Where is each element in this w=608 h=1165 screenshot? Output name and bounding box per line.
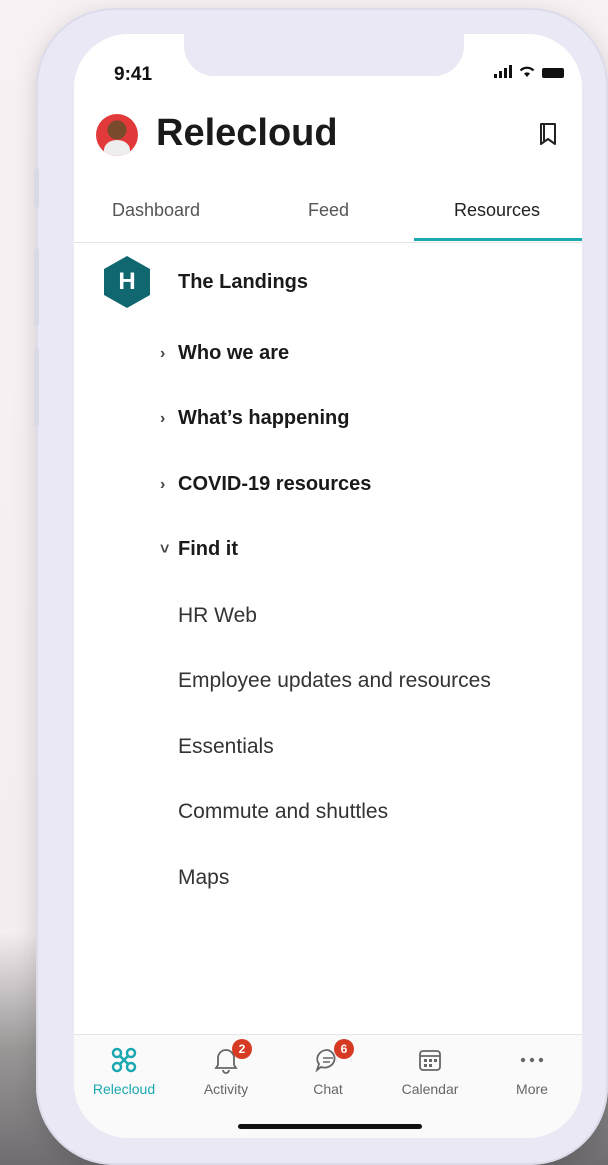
chevron-right-icon: › [160, 475, 166, 493]
chevron-down-icon: ˅ [160, 540, 170, 558]
notification-badge: 6 [334, 1039, 354, 1059]
link-maps[interactable]: Maps [178, 866, 229, 890]
nav-section-label: COVID-19 resources [178, 473, 372, 495]
wifi-icon [519, 66, 535, 77]
bottom-nav-chat[interactable]: 6 Chat [278, 1039, 378, 1097]
status-time: 9:41 [114, 64, 153, 85]
status-icons [494, 65, 564, 78]
nav-section-covid-resources[interactable]: › COVID-19 resources [160, 473, 371, 496]
notch [184, 34, 464, 76]
bottom-navigation: Relecloud 2 Activity 6 Chat Calendar Mor… [74, 1034, 582, 1138]
chevron-right-icon: › [160, 344, 166, 362]
link-hr-web[interactable]: HR Web [178, 604, 257, 628]
volume-down-button [34, 348, 39, 426]
calendar-icon [419, 1050, 441, 1071]
bookmark-icon[interactable] [538, 122, 558, 146]
tab-resources[interactable]: Resources [454, 200, 540, 221]
tab-bar: Dashboard Feed Resources [74, 194, 582, 243]
nav-section-label: What’s happening [178, 407, 350, 429]
home-indicator[interactable] [238, 1124, 422, 1129]
app-title: Relecloud [156, 112, 338, 154]
bottom-nav-calendar[interactable]: Calendar [380, 1043, 480, 1097]
nav-section-find-it[interactable]: ˅ Find it [160, 538, 238, 561]
cellular-signal-icon [494, 65, 512, 78]
bottom-nav-label: Activity [203, 1081, 249, 1097]
active-tab-indicator [414, 238, 582, 241]
more-icon [520, 1057, 544, 1063]
bottom-nav-label: More [516, 1081, 548, 1097]
app-screen: 9:41 Relecloud Dashboard Feed Resources … [74, 34, 582, 1138]
bottom-nav-more[interactable]: More [482, 1043, 582, 1097]
avatar[interactable] [96, 114, 138, 156]
nav-section-label: Who we are [178, 342, 290, 364]
site-name: The Landings [178, 270, 308, 293]
site-icon: H [104, 256, 150, 308]
nav-section-label: Find it [178, 538, 238, 560]
bottom-nav-activity[interactable]: 2 Activity [176, 1039, 276, 1097]
bottom-nav-label: Chat [313, 1081, 343, 1097]
tab-feed[interactable]: Feed [308, 200, 349, 221]
nav-section-who-we-are[interactable]: › Who we are [160, 342, 289, 365]
site-header[interactable]: H The Landings [104, 256, 308, 308]
bottom-nav-label: Relecloud [92, 1081, 156, 1097]
tab-dashboard[interactable]: Dashboard [112, 200, 200, 221]
bottom-nav-label: Calendar [401, 1081, 459, 1097]
link-commute-shuttles[interactable]: Commute and shuttles [178, 800, 388, 824]
bottom-nav-relecloud[interactable]: Relecloud [74, 1043, 174, 1097]
side-button [34, 168, 39, 208]
nav-section-whats-happening[interactable]: › What’s happening [160, 407, 349, 430]
battery-icon [542, 68, 564, 78]
notification-badge: 2 [232, 1039, 252, 1059]
chevron-right-icon: › [160, 409, 166, 427]
relecloud-icon [111, 1047, 137, 1073]
link-employee-updates[interactable]: Employee updates and resources [178, 669, 491, 693]
volume-up-button [34, 248, 39, 326]
link-essentials[interactable]: Essentials [178, 735, 274, 759]
